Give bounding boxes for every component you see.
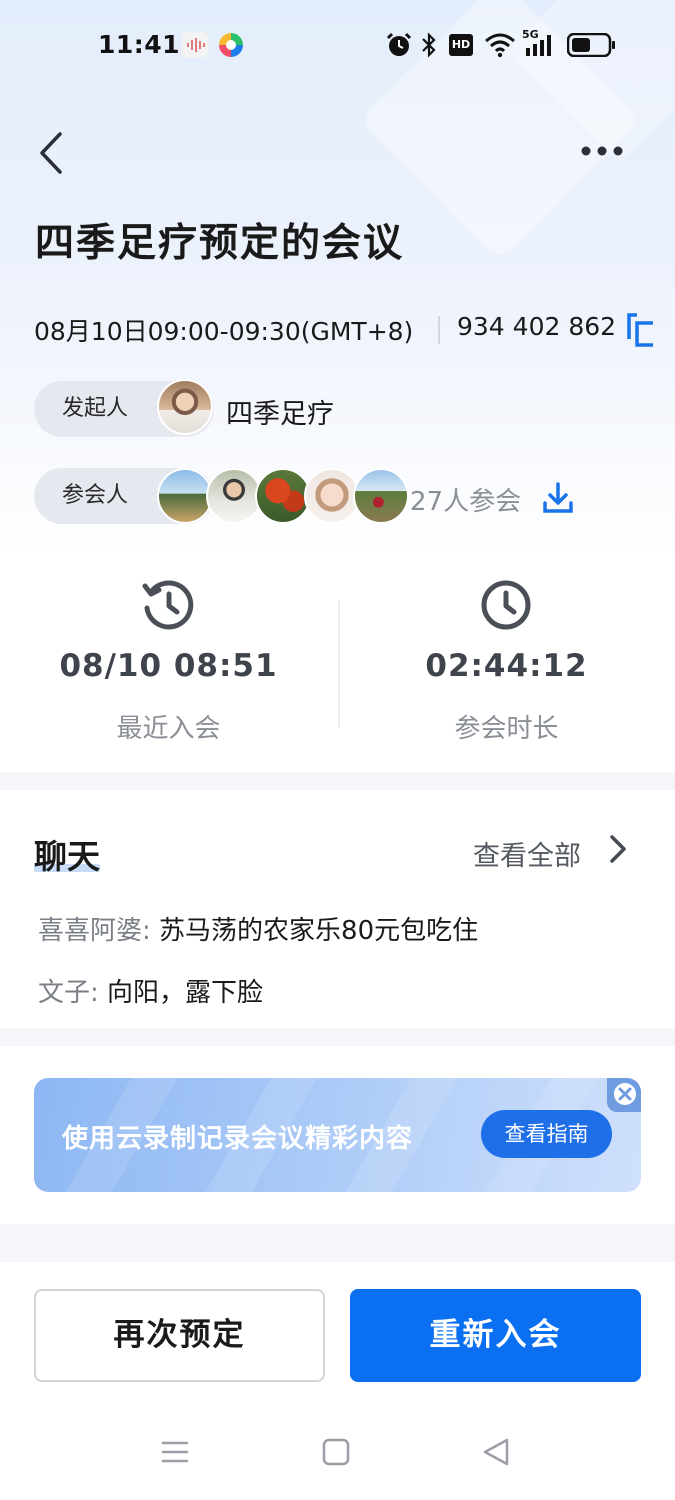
banner-section: 使用云录制记录会议精彩内容 查看指南	[0, 1046, 675, 1224]
rejoin-button[interactable]: 重新入会	[350, 1289, 641, 1382]
system-nav-bar	[0, 1422, 675, 1482]
back-chevron-icon[interactable]	[34, 130, 70, 176]
close-banner-button[interactable]	[607, 1078, 641, 1112]
duration-value: 02:44:12	[425, 648, 588, 684]
chevron-right-icon[interactable]	[608, 834, 628, 864]
copy-icon[interactable]	[625, 313, 655, 347]
app-logo-icon	[219, 33, 243, 57]
chat-message: 喜喜阿婆: 苏马荡的农家乐80元包吃住	[38, 910, 478, 947]
chat-message: 文子: 向阳，露下脸	[38, 972, 263, 1009]
history-clock-icon	[142, 580, 194, 630]
wifi-icon	[485, 33, 515, 58]
attendee-avatar[interactable]	[353, 468, 409, 524]
chat-text: 向阳，露下脸	[107, 978, 264, 1008]
host-name: 四季足疗	[226, 399, 334, 430]
attendee-avatar[interactable]	[255, 468, 311, 524]
clock-icon	[481, 580, 531, 630]
status-bar: 11:41 HD 5G	[0, 0, 675, 92]
meeting-title: 四季足疗预定的会议	[35, 221, 405, 266]
attendee-avatar[interactable]	[157, 468, 213, 524]
last-join-value: 08/10 08:51	[59, 648, 278, 684]
attendee-count[interactable]: 27人参会	[410, 481, 521, 518]
chat-sender: 文子:	[38, 978, 108, 1008]
meeting-id: 934 402 862	[457, 312, 617, 341]
bottom-action-bar: 再次预定 重新入会	[0, 1262, 675, 1500]
home-icon[interactable]	[316, 1432, 356, 1472]
view-guide-button[interactable]: 查看指南	[481, 1110, 612, 1158]
back-triangle-icon[interactable]	[477, 1432, 517, 1472]
attendee-avatar[interactable]	[206, 468, 262, 524]
time-id-divider	[438, 316, 440, 344]
more-options-icon[interactable]	[578, 138, 626, 164]
battery-icon	[567, 33, 615, 57]
hd-icon: HD	[449, 34, 473, 56]
cloud-record-banner[interactable]: 使用云录制记录会议精彩内容 查看指南	[34, 1078, 641, 1192]
chat-text: 苏马荡的农家乐80元包吃住	[159, 916, 479, 946]
download-icon[interactable]	[541, 481, 575, 515]
chat-section: 聊天 查看全部 喜喜阿婆: 苏马荡的农家乐80元包吃住 文子: 向阳，露下脸	[0, 790, 675, 1028]
alarm-icon	[386, 32, 412, 56]
chat-sender: 喜喜阿婆:	[38, 916, 160, 946]
last-join-label: 最近入会	[116, 714, 221, 744]
last-join-stat: 08/10 08:51 最近入会	[0, 560, 337, 772]
attendee-avatar[interactable]	[304, 468, 360, 524]
banner-text: 使用云录制记录会议精彩内容	[62, 1124, 414, 1154]
bluetooth-icon	[422, 32, 436, 58]
duration-stat: 02:44:12 参会时长	[338, 560, 675, 772]
chat-title: 聊天	[34, 837, 100, 876]
meeting-time-range: 08月10日09:00-09:30(GMT+8)	[34, 317, 414, 346]
signal-icon	[526, 35, 551, 56]
reschedule-button[interactable]: 再次预定	[34, 1289, 325, 1382]
menu-icon[interactable]	[155, 1432, 195, 1472]
close-icon[interactable]	[607, 1078, 641, 1112]
duration-label: 参会时长	[454, 714, 559, 744]
meeting-stats: 08/10 08:51 最近入会 02:44:12 参会时长	[0, 560, 675, 772]
status-time: 11:41	[98, 30, 181, 59]
host-avatar[interactable]	[157, 379, 213, 435]
meeting-time: 08月10日09:00-09:30(GMT+8)	[34, 312, 440, 352]
sound-recorder-icon	[182, 32, 208, 58]
view-all-chat-link[interactable]: 查看全部	[473, 834, 581, 873]
